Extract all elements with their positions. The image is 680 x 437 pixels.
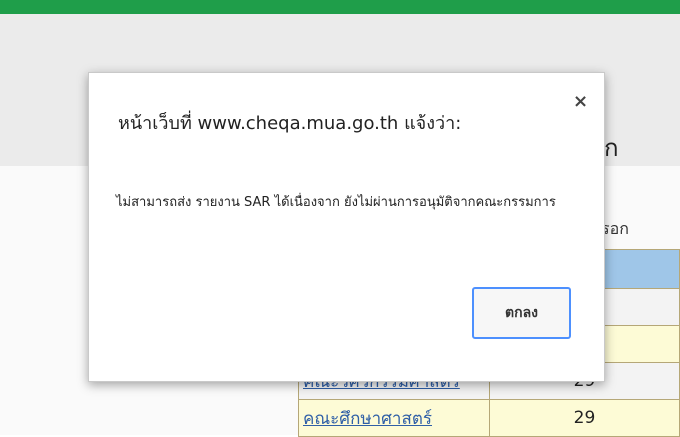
dialog-title: หน้าเว็บที่ www.cheqa.mua.go.th แจ้งว่า:: [118, 113, 462, 134]
column-header-fragment: รอก: [601, 219, 629, 238]
alert-dialog: หน้าเว็บที่ www.cheqa.mua.go.th แจ้งว่า:…: [88, 72, 605, 382]
count-cell: 29: [488, 399, 680, 437]
faculty-link[interactable]: คณะศึกษาศาสตร์: [298, 399, 490, 437]
close-icon[interactable]: ×: [573, 91, 588, 112]
page-heading-fragment: ก: [604, 134, 619, 162]
dialog-message: ไม่สามารถส่ง รายงาน SAR ได้เนื่องจาก ยัง…: [116, 195, 556, 210]
table-row: คณะศึกษาศาสตร์ 29: [298, 399, 680, 437]
top-accent-bar: [0, 0, 680, 14]
ok-button[interactable]: ตกลง: [472, 287, 571, 339]
